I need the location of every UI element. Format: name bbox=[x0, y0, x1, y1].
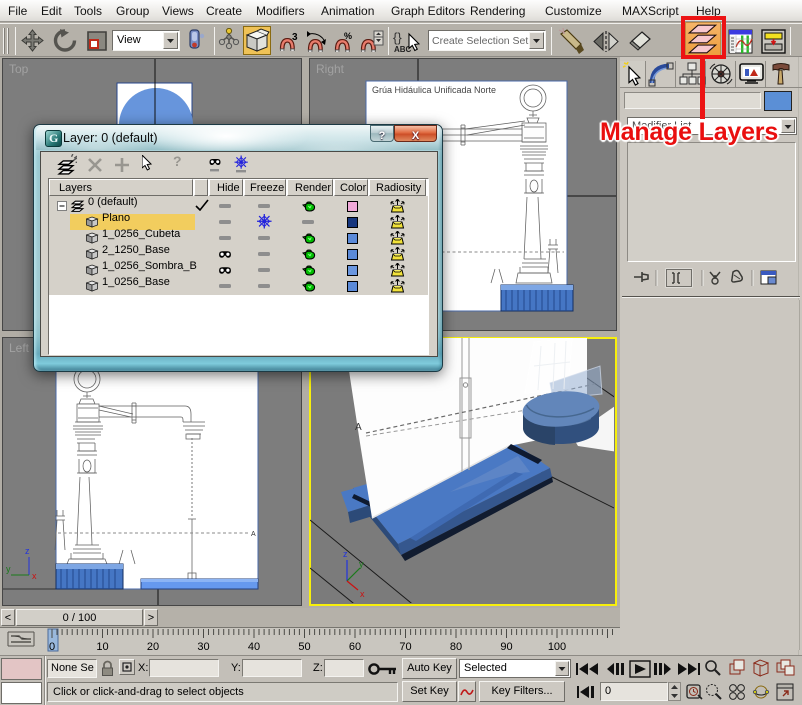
svg-text:60: 60 bbox=[349, 641, 361, 653]
svg-text:100: 100 bbox=[548, 641, 566, 653]
svg-text:50: 50 bbox=[298, 641, 310, 653]
svg-text:z: z bbox=[343, 549, 348, 559]
svg-text:80: 80 bbox=[450, 641, 462, 653]
svg-text:A: A bbox=[251, 531, 256, 538]
svg-text:40: 40 bbox=[248, 641, 260, 653]
svg-text:0: 0 bbox=[49, 641, 55, 653]
svg-text:10: 10 bbox=[96, 641, 108, 653]
svg-text:z: z bbox=[25, 546, 30, 556]
svg-text:{}: {} bbox=[393, 30, 402, 45]
svg-text:90: 90 bbox=[500, 641, 512, 653]
svg-text:y: y bbox=[359, 559, 364, 569]
svg-text:y: y bbox=[6, 564, 11, 574]
svg-text:x: x bbox=[32, 571, 37, 581]
svg-text:x: x bbox=[360, 589, 365, 599]
svg-text:70: 70 bbox=[399, 641, 411, 653]
svg-text:A: A bbox=[355, 422, 362, 433]
svg-text:20: 20 bbox=[147, 641, 159, 653]
svg-text:%: % bbox=[344, 31, 352, 41]
svg-text:30: 30 bbox=[197, 641, 209, 653]
svg-text:3: 3 bbox=[292, 32, 298, 43]
svg-text:Grúa Hidáulica Unificada Norte: Grúa Hidáulica Unificada Norte bbox=[372, 85, 496, 95]
